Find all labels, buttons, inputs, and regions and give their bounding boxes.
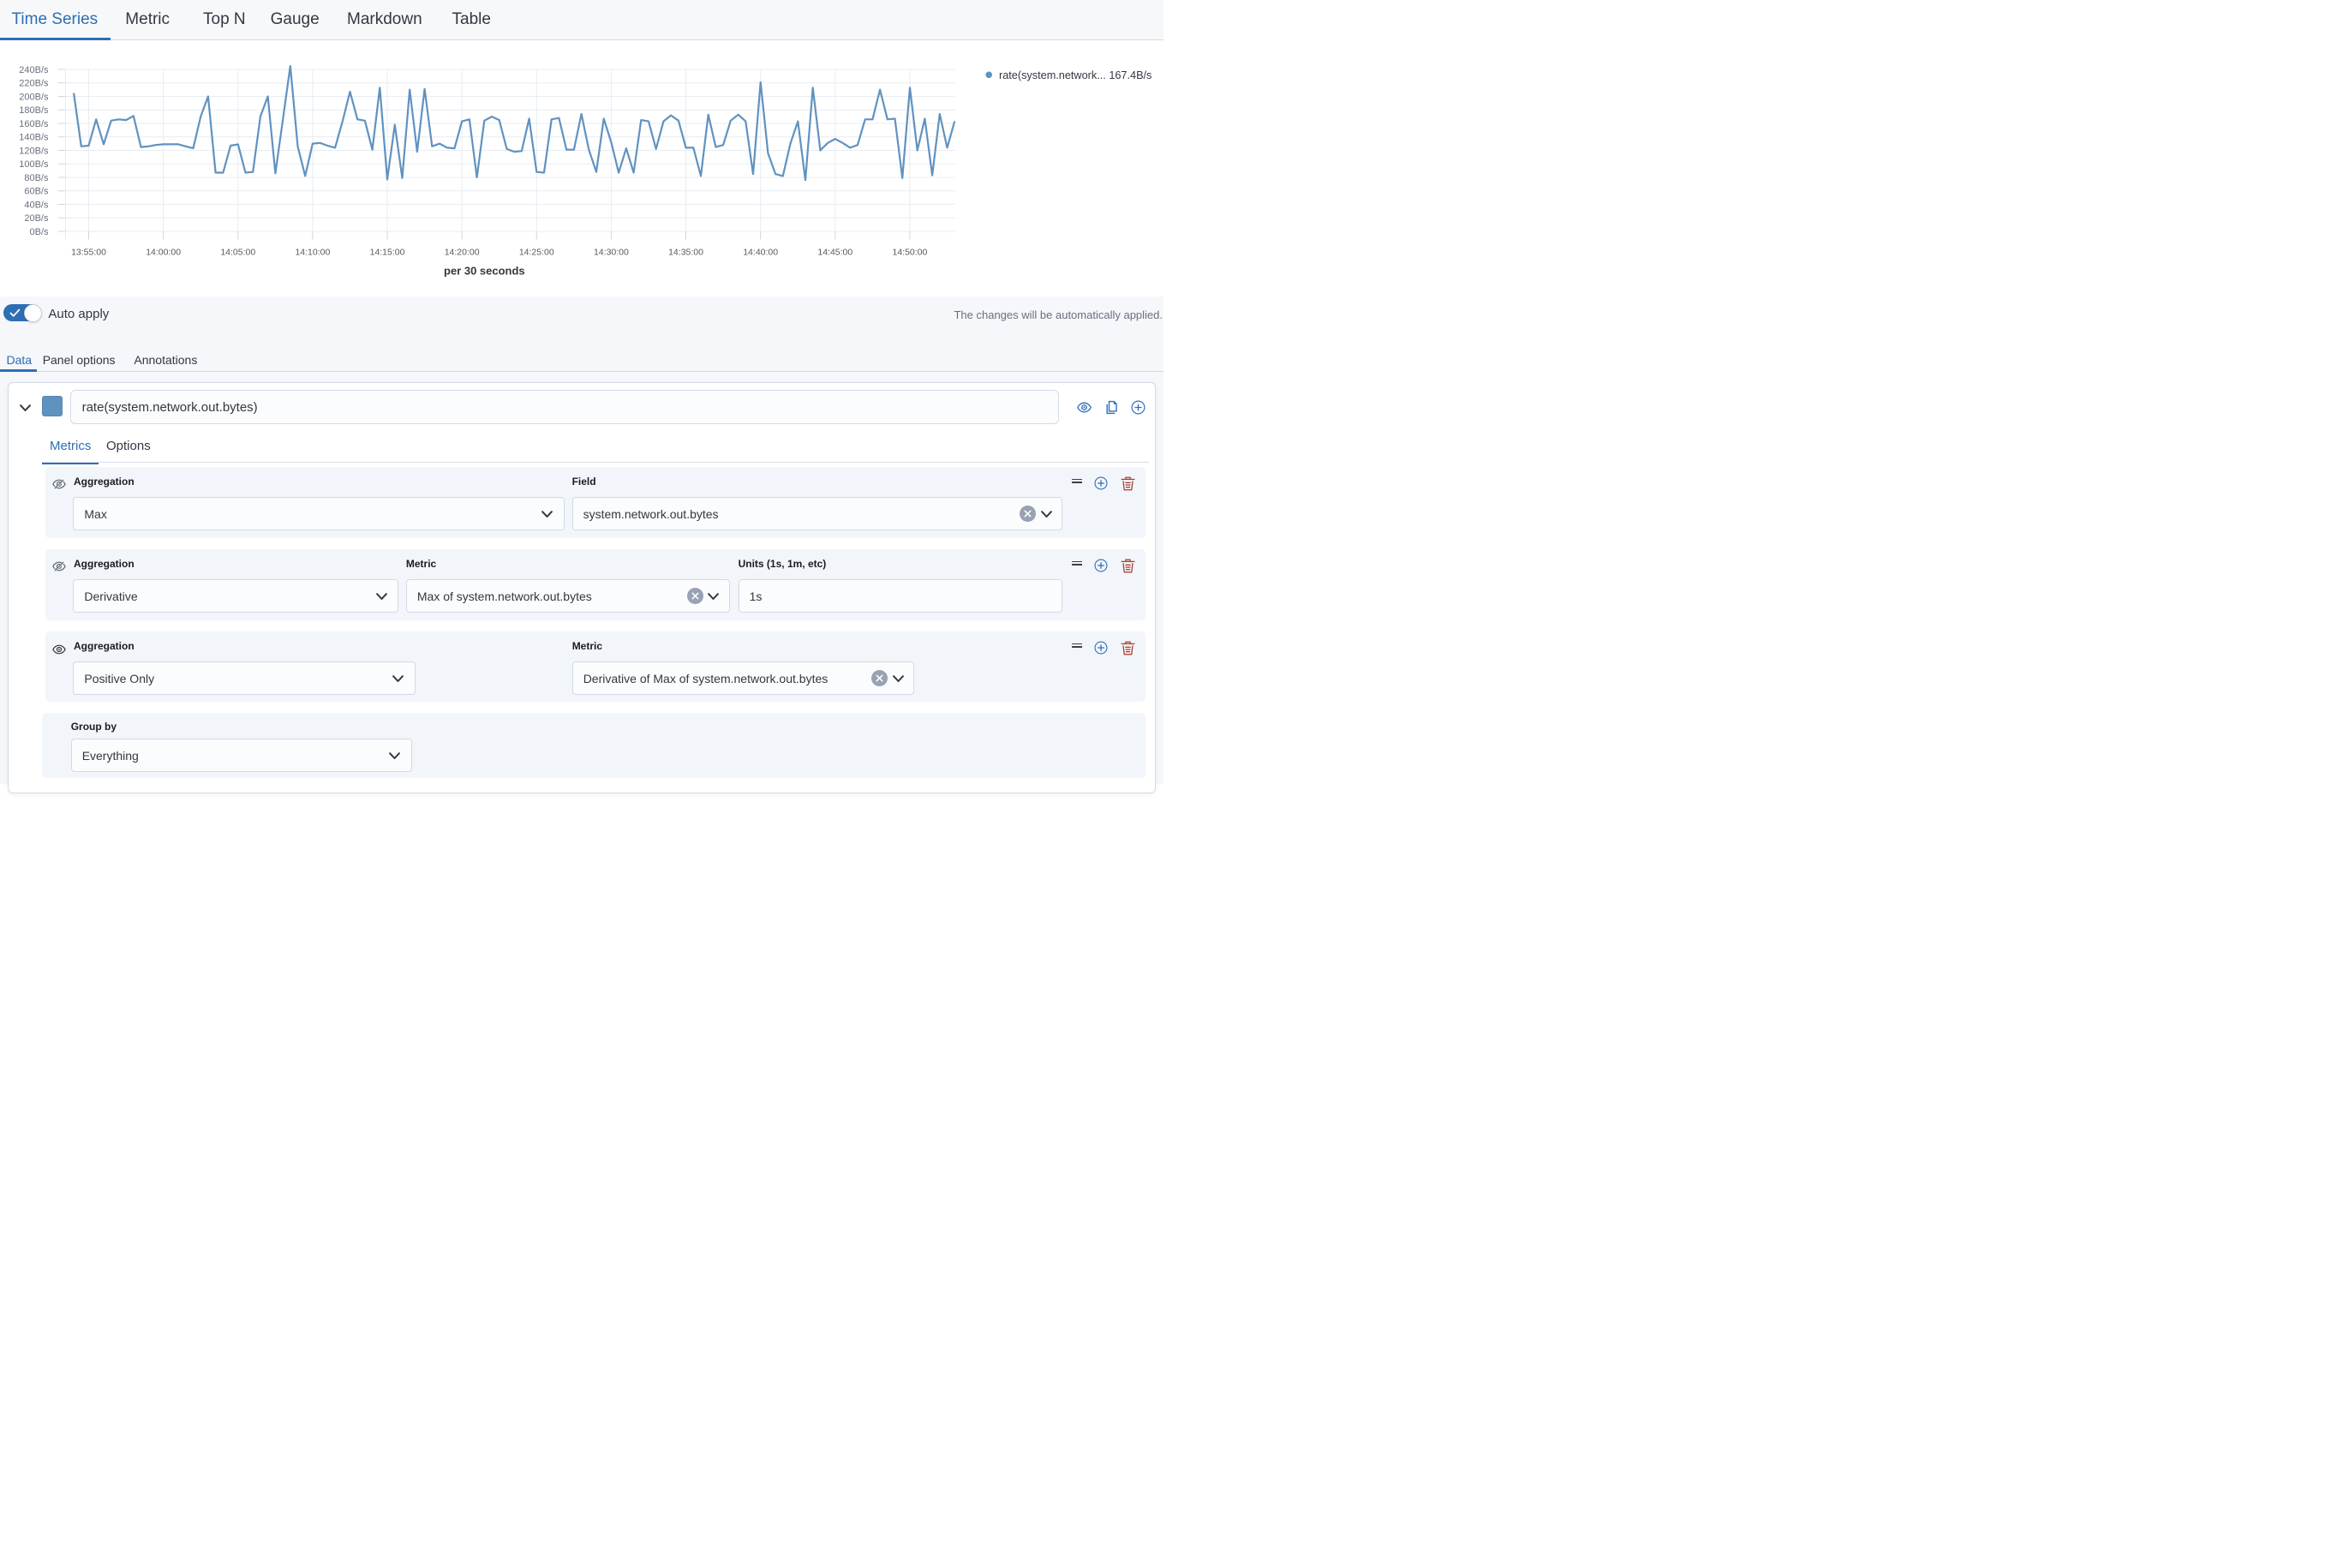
svg-text:80B/s: 80B/s <box>24 173 49 183</box>
svg-text:160B/s: 160B/s <box>19 119 49 129</box>
svg-text:180B/s: 180B/s <box>19 105 49 116</box>
svg-text:14:40:00: 14:40:00 <box>743 248 778 258</box>
svg-text:0B/s: 0B/s <box>29 227 49 237</box>
svg-text:200B/s: 200B/s <box>19 92 49 102</box>
svg-text:14:50:00: 14:50:00 <box>892 248 927 258</box>
svg-text:14:25:00: 14:25:00 <box>519 248 554 258</box>
svg-text:14:20:00: 14:20:00 <box>445 248 480 258</box>
svg-text:220B/s: 220B/s <box>19 79 49 89</box>
svg-text:120B/s: 120B/s <box>19 146 49 156</box>
svg-text:100B/s: 100B/s <box>19 159 49 170</box>
svg-text:14:30:00: 14:30:00 <box>594 248 629 258</box>
svg-text:14:10:00: 14:10:00 <box>295 248 330 258</box>
svg-text:14:35:00: 14:35:00 <box>668 248 703 258</box>
svg-text:13:55:00: 13:55:00 <box>71 248 106 258</box>
svg-text:per 30 seconds: per 30 seconds <box>444 265 525 278</box>
svg-text:14:00:00: 14:00:00 <box>146 248 181 258</box>
svg-text:140B/s: 140B/s <box>19 133 49 143</box>
svg-text:14:45:00: 14:45:00 <box>817 248 852 258</box>
svg-text:60B/s: 60B/s <box>24 187 49 197</box>
svg-text:rate(system.network... 167.4B/: rate(system.network... 167.4B/s <box>999 69 1152 81</box>
svg-text:14:05:00: 14:05:00 <box>220 248 255 258</box>
svg-text:240B/s: 240B/s <box>19 65 49 75</box>
svg-text:20B/s: 20B/s <box>24 213 49 224</box>
svg-text:14:15:00: 14:15:00 <box>370 248 405 258</box>
svg-text:40B/s: 40B/s <box>24 200 49 210</box>
